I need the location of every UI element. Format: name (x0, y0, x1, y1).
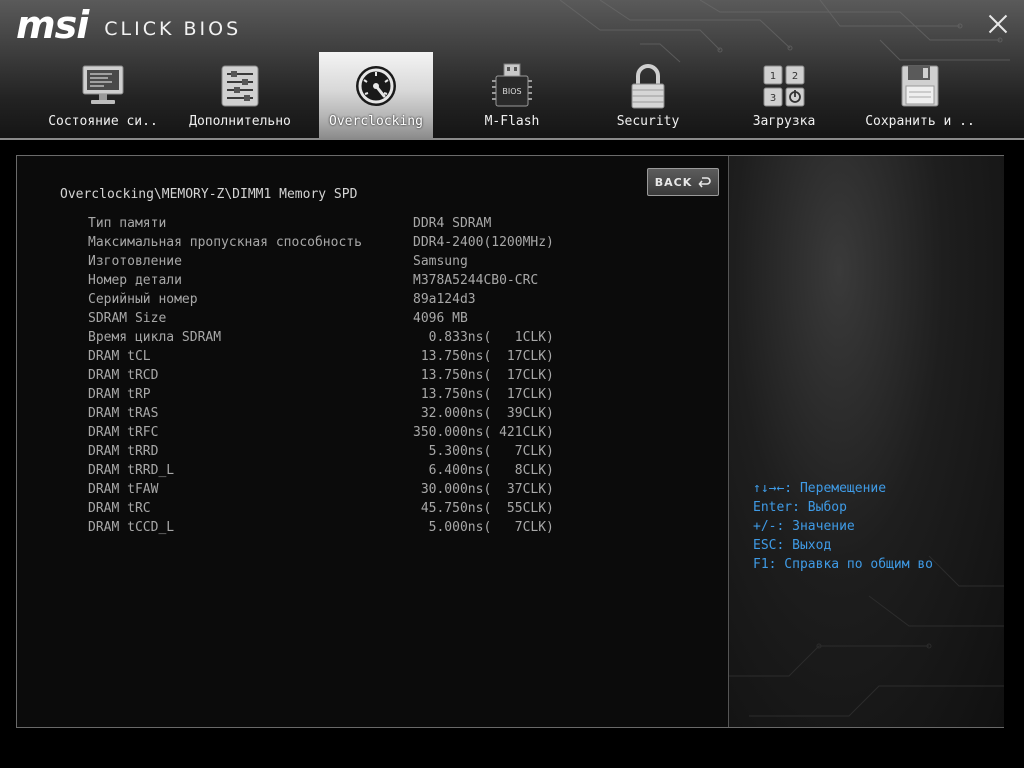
spd-value: 30.000ns( 37CLK) (413, 482, 554, 497)
spd-row: DRAM tRCD 13.750ns( 17CLK) (88, 366, 648, 385)
spd-label: Время цикла SDRAM (88, 330, 222, 345)
tab-label: Состояние си.. (48, 114, 158, 129)
spd-label: DRAM tRC (88, 501, 151, 516)
spd-value: 45.750ns( 55CLK) (413, 501, 554, 516)
spd-label: Тип памяти (88, 216, 167, 231)
tab-label: Overclocking (329, 114, 423, 129)
tab-label: Дополнительно (189, 114, 291, 129)
tab-overclocking[interactable]: Overclocking (319, 52, 433, 138)
spd-row: Номер детали M378A5244CB0-CRC (88, 271, 648, 290)
spd-label: Изготовление (88, 254, 182, 269)
tab-system-status[interactable]: Состояние си.. (46, 52, 160, 138)
brand-name: msi (16, 3, 89, 47)
tab-label: Сохранить и .. (865, 114, 975, 129)
spd-label: DRAM tRAS (88, 406, 159, 421)
spd-row: Время цикла SDRAM 0.833ns( 1CLK) (88, 328, 648, 347)
floppy-disk-icon (901, 65, 939, 107)
svg-text:3: 3 (770, 93, 776, 104)
circuit-pattern (729, 555, 1004, 717)
help-f1: F1: Справка по общим во (753, 557, 934, 572)
settings-sliders-icon (221, 65, 259, 107)
spd-value: 350.000ns( 421CLK) (413, 425, 554, 440)
boot-keys-icon: 1 2 3 (763, 65, 805, 107)
help-panel: ↑↓→←: Перемещение Enter: Выбор +/-: Знач… (728, 156, 1004, 727)
bios-usb-icon: BIOS (492, 63, 532, 107)
brand-logo: msi CLICK BIOS (16, 3, 242, 47)
spd-value: 0.833ns( 1CLK) (413, 330, 554, 345)
tab-advanced[interactable]: Дополнительно (183, 52, 297, 138)
spd-row: DRAM tRAS 32.000ns( 39CLK) (88, 404, 648, 423)
spd-label: DRAM tCL (88, 349, 151, 364)
spd-value: 4096 MB (413, 311, 468, 326)
spd-label: DRAM tRP (88, 387, 151, 402)
tab-m-flash[interactable]: BIOS M-Flash (455, 52, 569, 138)
tab-boot[interactable]: 1 2 3 Загрузка (727, 52, 841, 138)
tab-security[interactable]: Security (591, 52, 705, 138)
spd-label: Серийный номер (88, 292, 198, 307)
spd-row: DRAM tCCD_L 5.000ns( 7CLK) (88, 518, 648, 537)
speedometer-icon (356, 66, 396, 106)
content-frame: Overclocking\MEMORY-Z\DIMM1 Memory SPD B… (16, 155, 1004, 728)
spd-row: DRAM tRP 13.750ns( 17CLK) (88, 385, 648, 404)
back-button-label: BACK (654, 175, 693, 189)
spd-row: Тип памяти DDR4 SDRAM (88, 214, 648, 233)
spd-value: 6.400ns( 8CLK) (413, 463, 554, 478)
spd-row: DRAM tRFC 350.000ns( 421CLK) (88, 423, 648, 442)
spd-row: SDRAM Size 4096 MB (88, 309, 648, 328)
spd-value: DDR4-2400(1200MHz) (413, 235, 554, 250)
spd-label: Максимальная пропускная способность (88, 235, 362, 250)
help-enter: Enter: Выбор (753, 500, 847, 515)
help-navigate: ↑↓→←: Перемещение (753, 481, 887, 496)
help-escape: ESC: Выход (753, 538, 832, 553)
help-value: +/-: Значение (753, 519, 855, 534)
tab-label: M-Flash (484, 114, 540, 129)
spd-label: DRAM tRCD (88, 368, 159, 383)
breadcrumb: Overclocking\MEMORY-Z\DIMM1 Memory SPD (60, 187, 358, 202)
spd-panel: Overclocking\MEMORY-Z\DIMM1 Memory SPD B… (17, 156, 727, 727)
spd-value: 32.000ns( 39CLK) (413, 406, 554, 421)
spd-row: Изготовление Samsung (88, 252, 648, 271)
spd-row: DRAM tRRD 5.300ns( 7CLK) (88, 442, 648, 461)
help-text: ↑↓→←: Перемещение Enter: Выбор +/-: Знач… (753, 479, 933, 574)
spd-value: 13.750ns( 17CLK) (413, 349, 554, 364)
close-button[interactable] (988, 14, 1008, 34)
back-arrow-icon (698, 177, 711, 188)
svg-text:1: 1 (770, 71, 776, 82)
spd-row: Максимальная пропускная способность DDR4-… (88, 233, 648, 252)
main-tabs: Состояние си.. Дополнительно Overclockin… (0, 52, 1024, 138)
spd-value: 89a124d3 (413, 292, 476, 307)
tab-label: Security (616, 114, 680, 129)
spd-info-list: Тип памяти DDR4 SDRAM Максимальная пропус… (88, 214, 648, 537)
spd-value: M378A5244CB0-CRC (413, 273, 539, 288)
spd-label: DRAM tRRD (88, 444, 159, 459)
tab-save-exit[interactable]: Сохранить и .. (863, 52, 977, 138)
spd-row: DRAM tRRD_L 6.400ns( 8CLK) (88, 461, 648, 480)
header-bar: msi CLICK BIOS Состояние си.. Дополнител… (0, 0, 1024, 140)
svg-text:2: 2 (792, 71, 798, 82)
spd-value: Samsung (413, 254, 468, 269)
svg-text:BIOS: BIOS (502, 87, 521, 96)
spd-label: DRAM tCCD_L (88, 520, 175, 535)
spd-label: Номер детали (88, 273, 182, 288)
spd-value: 5.300ns( 7CLK) (413, 444, 554, 459)
spd-label: DRAM tRFC (88, 425, 159, 440)
tab-label: Загрузка (752, 114, 816, 129)
back-button[interactable]: BACK (647, 168, 719, 196)
spd-value: 13.750ns( 17CLK) (413, 368, 554, 383)
monitor-icon (82, 65, 124, 104)
padlock-icon (631, 64, 665, 109)
spd-label: DRAM tFAW (88, 482, 159, 497)
spd-row: DRAM tCL 13.750ns( 17CLK) (88, 347, 648, 366)
spd-label: SDRAM Size (88, 311, 167, 326)
spd-label: DRAM tRRD_L (88, 463, 175, 478)
spd-row: Серийный номер 89a124d3 (88, 290, 648, 309)
spd-row: DRAM tFAW 30.000ns( 37CLK) (88, 480, 648, 499)
spd-value: DDR4 SDRAM (413, 216, 492, 231)
spd-row: DRAM tRC 45.750ns( 55CLK) (88, 499, 648, 518)
spd-value: 5.000ns( 7CLK) (413, 520, 554, 535)
product-name: CLICK BIOS (104, 18, 242, 40)
spd-value: 13.750ns( 17CLK) (413, 387, 554, 402)
header-divider (0, 138, 1024, 140)
